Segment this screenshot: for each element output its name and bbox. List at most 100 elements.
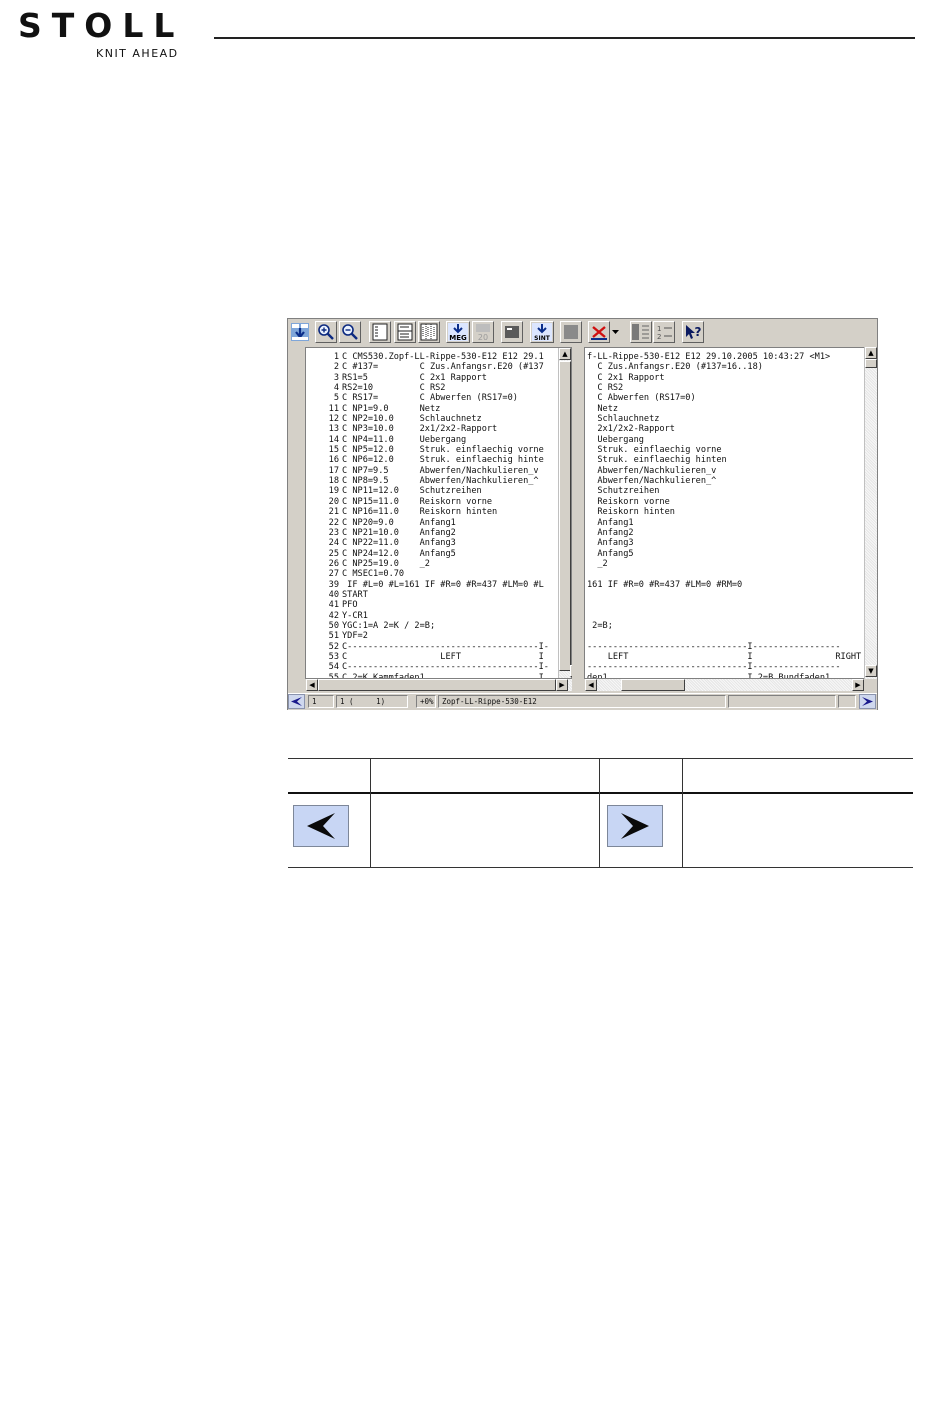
right-code-line: Abwerfen/Nachkulieren_^: [587, 476, 717, 487]
sint-label: SINT: [534, 335, 551, 342]
line-text: C NP21=10.0 Anfang2: [342, 527, 456, 538]
line-text: C RS17= C Abwerfen (RS17=0): [342, 393, 518, 404]
left-vertical-thumb[interactable]: [559, 361, 571, 671]
table-top-rule: [288, 758, 913, 759]
dropdown-arrow-icon[interactable]: [611, 321, 620, 343]
left-code-line: 21 C NP16=11.0 Reiskorn hinten: [306, 507, 549, 517]
line-text: C NP11=12.0 Schutzreihen: [342, 486, 482, 497]
left-horizontal-thumb[interactable]: [318, 679, 556, 691]
left-code-line: 50 YGC:1=A 2=K / 2=B;: [306, 621, 549, 631]
left-gutter: [288, 345, 305, 705]
right-scroll-right-button[interactable]: ▶: [852, 679, 864, 691]
table-col-divider-2: [599, 758, 600, 868]
table-col-divider-1: [370, 758, 371, 868]
single-pane-icon[interactable]: [369, 321, 391, 343]
line-text: C NP6=12.0 Struk. einflaechig hinte: [342, 455, 544, 466]
line-text: C NP22=11.0 Anfang3: [342, 538, 456, 549]
prev-difference-button[interactable]: [293, 805, 349, 847]
right-code-line: _2: [587, 558, 608, 569]
line-number: 20: [328, 496, 339, 507]
zoom-out-icon[interactable]: [339, 321, 361, 343]
export-sint-icon[interactable]: SINT: [530, 321, 554, 343]
right-scroll-up-button[interactable]: ▲: [865, 347, 877, 359]
sequence-view-icon[interactable]: [289, 321, 311, 343]
left-code-line: 4 RS2=10 C RS2: [306, 383, 549, 393]
left-code-line: 40 START: [306, 590, 549, 600]
right-scroll-down-button[interactable]: ▼: [865, 665, 877, 677]
table-col-divider-3: [682, 758, 683, 868]
meg-import-icon[interactable]: MEG: [446, 321, 470, 343]
line-text: C NP3=10.0 2x1/2x2-Rapport: [342, 424, 498, 435]
left-scroll-right-button[interactable]: ▶: [556, 679, 568, 691]
right-code-line: -------------------------------I--------…: [587, 641, 841, 652]
svg-text:2: 2: [657, 333, 661, 341]
help-pointer-icon[interactable]: ?: [682, 321, 704, 343]
status-prev-button[interactable]: [288, 694, 305, 709]
line-number: 54: [328, 662, 339, 673]
line-text: C NP7=9.5 Abwerfen/Nachkulieren_v: [342, 465, 539, 476]
right-code-line: Struk. einflaechig hinten: [587, 455, 727, 466]
line-number: 52: [328, 641, 339, 652]
line-text: RS1=5 C 2x1 Rapport: [342, 372, 487, 383]
left-code-line: 22 C NP20=9.0 Anfang1: [306, 518, 549, 528]
line-number: 18: [328, 476, 339, 487]
status-prev-arrow-icon: [291, 697, 302, 706]
right-code-line: f-LL-Rippe-530-E12 E12 29.10.2005 10:43:…: [587, 352, 831, 362]
right-code-line: C Abwerfen (RS17=0): [587, 393, 696, 404]
right-code-line: Anfang1: [587, 517, 634, 528]
line-text: PFO: [342, 600, 358, 611]
line-text: C LEFT I: [342, 651, 544, 662]
right-code-line: C 2x1 Rapport: [587, 372, 665, 383]
left-code-line: 42 Y-CR1: [306, 611, 549, 621]
right-code-pane[interactable]: f-LL-Rippe-530-E12 E12 29.10.2005 10:43:…: [584, 347, 866, 679]
left-vertical-scrollbar[interactable]: ▲: [558, 348, 571, 678]
left-code-line: 23 C NP21=10.0 Anfang2: [306, 528, 549, 538]
toolbar: MEG 20 SINT 12 ?: [288, 319, 877, 346]
left-horizontal-scrollbar[interactable]: ◀ ▶: [306, 679, 572, 691]
left-scroll-up-button[interactable]: ▲: [559, 348, 571, 360]
pane-splitter[interactable]: [572, 347, 584, 691]
status-bar: 1 1 ( 1) +0% Zopf-LL-Rippe-530-E12: [288, 693, 877, 710]
left-code-line: 25 C NP24=12.0 Anfang5: [306, 549, 549, 559]
svg-text:1: 1: [657, 325, 661, 333]
left-code-line: 53 C LEFT I: [306, 652, 549, 662]
right-code-line: 161 IF #R=0 #R=437 #LM=0 #RM=0: [587, 579, 743, 590]
line-text: C NP24=12.0 Anfang5: [342, 548, 456, 559]
zoom-in-icon[interactable]: [315, 321, 337, 343]
split-pane-icon[interactable]: [394, 321, 416, 343]
line-number: 42: [328, 610, 339, 621]
left-code-line: 26 C NP25=19.0 _2: [306, 559, 549, 569]
line-number: 53: [328, 651, 339, 662]
line-text: C NP16=11.0 Reiskorn hinten: [342, 507, 498, 518]
line-text: C NP2=10.0 Schlauchnetz: [342, 414, 482, 425]
line-number: 3: [333, 372, 339, 383]
left-code-line: 18 C NP8=9.5 Abwerfen/Nachkulieren_^: [306, 476, 549, 486]
open-file-icon[interactable]: [501, 321, 523, 343]
disabled-20-icon[interactable]: 20: [472, 321, 494, 343]
line-text: C NP20=9.0 Anfang1: [342, 517, 456, 528]
line-number: 11: [328, 403, 339, 414]
right-vertical-scrollbar[interactable]: ▲ ▼: [864, 347, 877, 679]
close-compare-icon[interactable]: [588, 321, 610, 343]
status-next-button[interactable]: [859, 694, 876, 709]
line-text: C NP15=11.0 Reiskorn vorne: [342, 496, 493, 507]
right-horizontal-thumb[interactable]: [621, 679, 685, 691]
right-horizontal-scrollbar[interactable]: ◀ ▶: [585, 679, 864, 691]
line-number: 26: [328, 558, 339, 569]
line-text: Y-CR1: [342, 610, 368, 621]
right-code-line: C RS2: [587, 383, 624, 394]
left-code-line: 41 PFO: [306, 600, 549, 610]
triple-pane-icon[interactable]: [418, 321, 440, 343]
line-number: 12: [328, 414, 339, 425]
line-number: 27: [328, 569, 339, 580]
disabled-stop-icon[interactable]: [560, 321, 582, 343]
next-difference-button[interactable]: [607, 805, 663, 847]
right-scroll-left-button[interactable]: ◀: [585, 679, 597, 691]
line-number: 15: [328, 445, 339, 456]
left-scroll-left-button[interactable]: ◀: [306, 679, 318, 691]
numbered-list-icon[interactable]: 12: [653, 321, 675, 343]
right-vertical-thumb[interactable]: [865, 359, 877, 368]
left-code-line: 39 IF #L=0 #L=161 IF #R=0 #R=437 #LM=0 #…: [306, 580, 549, 590]
left-code-pane[interactable]: 1C CMS530.Zopf-LL-Rippe-530-E12 E12 29.1…: [305, 347, 572, 679]
column-layout-icon[interactable]: [630, 321, 652, 343]
